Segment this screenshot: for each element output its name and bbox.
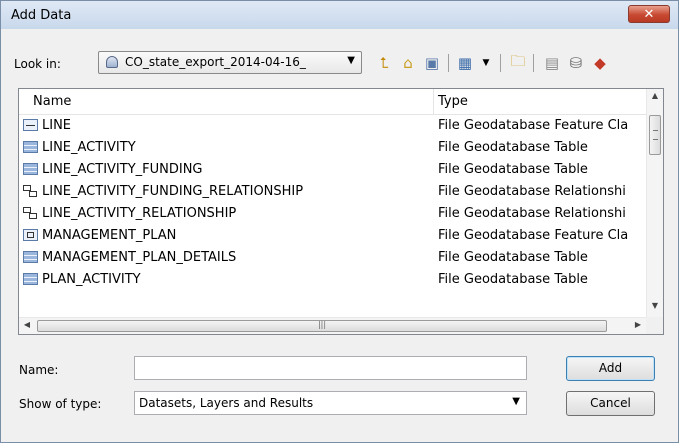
table-icon: [23, 251, 38, 263]
vertical-scrollbar[interactable]: ▲ ▼: [646, 89, 663, 317]
polygon-feature-class-icon: [23, 229, 38, 241]
list-item[interactable]: LINE File Geodatabase Feature Cla: [19, 115, 646, 137]
list-item[interactable]: LINE_ACTIVITY_FUNDING_RELATIONSHIP File …: [19, 181, 646, 203]
name-input[interactable]: [134, 356, 527, 380]
relationship-class-icon: [23, 207, 38, 219]
column-header-type[interactable]: Type: [438, 94, 468, 109]
horizontal-scroll-thumb[interactable]: |||: [37, 320, 607, 332]
vertical-scroll-thumb[interactable]: [649, 115, 661, 155]
dialog-title: Add Data: [11, 8, 72, 23]
list-header: Name Type: [19, 89, 646, 115]
show-of-type-label: Show of type:: [19, 397, 102, 411]
item-name: MANAGEMENT_PLAN: [42, 228, 177, 243]
geodatabase-icon: [106, 56, 118, 68]
scrollbar-corner: [646, 317, 663, 334]
relationship-class-icon: [23, 185, 38, 197]
scroll-left-icon[interactable]: ◀: [21, 320, 33, 332]
item-type: File Geodatabase Feature Cla: [438, 228, 629, 243]
add-data-dialog: Add Data ✕ Look in: CO_state_export_2014…: [0, 0, 679, 443]
item-type: File Geodatabase Feature Cla: [438, 118, 629, 133]
item-type: File Geodatabase Table: [438, 162, 588, 177]
list-item[interactable]: LINE_ACTIVITY_RELATIONSHIP File Geodatab…: [19, 203, 646, 225]
chevron-down-icon: ▼: [347, 55, 355, 66]
item-type: File Geodatabase Table: [438, 250, 588, 265]
item-name: LINE_ACTIVITY_RELATIONSHIP: [42, 206, 237, 221]
toolbar-separator: [500, 54, 501, 72]
up-one-level-icon[interactable]: ⮤: [373, 52, 395, 74]
table-icon: [23, 141, 38, 153]
item-type: File Geodatabase Relationshi: [438, 206, 626, 221]
file-list[interactable]: Name Type LINE File Geodatabase Feature …: [18, 88, 664, 335]
column-divider[interactable]: [433, 89, 434, 114]
show-of-type-value: Datasets, Layers and Results: [139, 396, 314, 410]
scroll-up-icon[interactable]: ▲: [647, 91, 663, 105]
toolbar-separator: [533, 54, 534, 72]
table-icon: [23, 163, 38, 175]
close-icon: ✕: [643, 7, 655, 22]
look-in-label: Look in:: [14, 57, 61, 71]
close-button[interactable]: ✕: [628, 5, 670, 23]
look-in-dropdown[interactable]: CO_state_export_2014-04-16_ ▼: [98, 51, 362, 74]
connect-folder-icon[interactable]: ▣: [421, 52, 443, 74]
database-icon[interactable]: ⛁: [565, 52, 587, 74]
column-header-name[interactable]: Name: [33, 94, 71, 109]
cancel-button[interactable]: Cancel: [566, 391, 655, 416]
item-name: LINE: [42, 118, 72, 133]
table-icon: [23, 273, 38, 285]
name-label: Name:: [19, 363, 59, 377]
catalog-icon[interactable]: ▤: [541, 52, 563, 74]
title-bar[interactable]: Add Data ✕: [1, 1, 678, 29]
view-menu-icon[interactable]: ▦: [454, 52, 476, 74]
add-button[interactable]: Add: [566, 356, 655, 381]
item-name: LINE_ACTIVITY: [42, 140, 136, 155]
list-item[interactable]: PLAN_ACTIVITY File Geodatabase Table: [19, 269, 646, 291]
list-item[interactable]: MANAGEMENT_PLAN File Geodatabase Feature…: [19, 225, 646, 247]
item-type: File Geodatabase Relationshi: [438, 184, 626, 199]
line-feature-class-icon: [23, 119, 38, 131]
item-name: LINE_ACTIVITY_FUNDING_RELATIONSHIP: [42, 184, 304, 199]
scroll-right-icon[interactable]: ▶: [632, 320, 644, 332]
horizontal-scrollbar[interactable]: ◀ ||| ▶: [19, 317, 646, 334]
item-type: File Geodatabase Table: [438, 272, 588, 287]
item-name: PLAN_ACTIVITY: [42, 272, 141, 287]
toolbar-separator: [448, 54, 449, 72]
show-of-type-dropdown[interactable]: Datasets, Layers and Results ▼: [134, 391, 527, 415]
new-folder-icon[interactable]: 🗀: [507, 52, 529, 74]
item-type: File Geodatabase Table: [438, 140, 588, 155]
item-name: LINE_ACTIVITY_FUNDING: [42, 162, 203, 177]
view-menu-chevron-icon[interactable]: ▼: [475, 52, 497, 74]
toolbox-icon[interactable]: ◆: [589, 52, 611, 74]
list-item[interactable]: LINE_ACTIVITY_FUNDING File Geodatabase T…: [19, 159, 646, 181]
list-item[interactable]: LINE_ACTIVITY File Geodatabase Table: [19, 137, 646, 159]
look-in-value: CO_state_export_2014-04-16_: [125, 55, 306, 69]
chevron-down-icon: ▼: [512, 396, 520, 407]
scroll-down-icon[interactable]: ▼: [647, 301, 663, 315]
home-icon[interactable]: ⌂: [397, 52, 419, 74]
list-item[interactable]: MANAGEMENT_PLAN_DETAILS File Geodatabase…: [19, 247, 646, 269]
item-name: MANAGEMENT_PLAN_DETAILS: [42, 250, 237, 265]
